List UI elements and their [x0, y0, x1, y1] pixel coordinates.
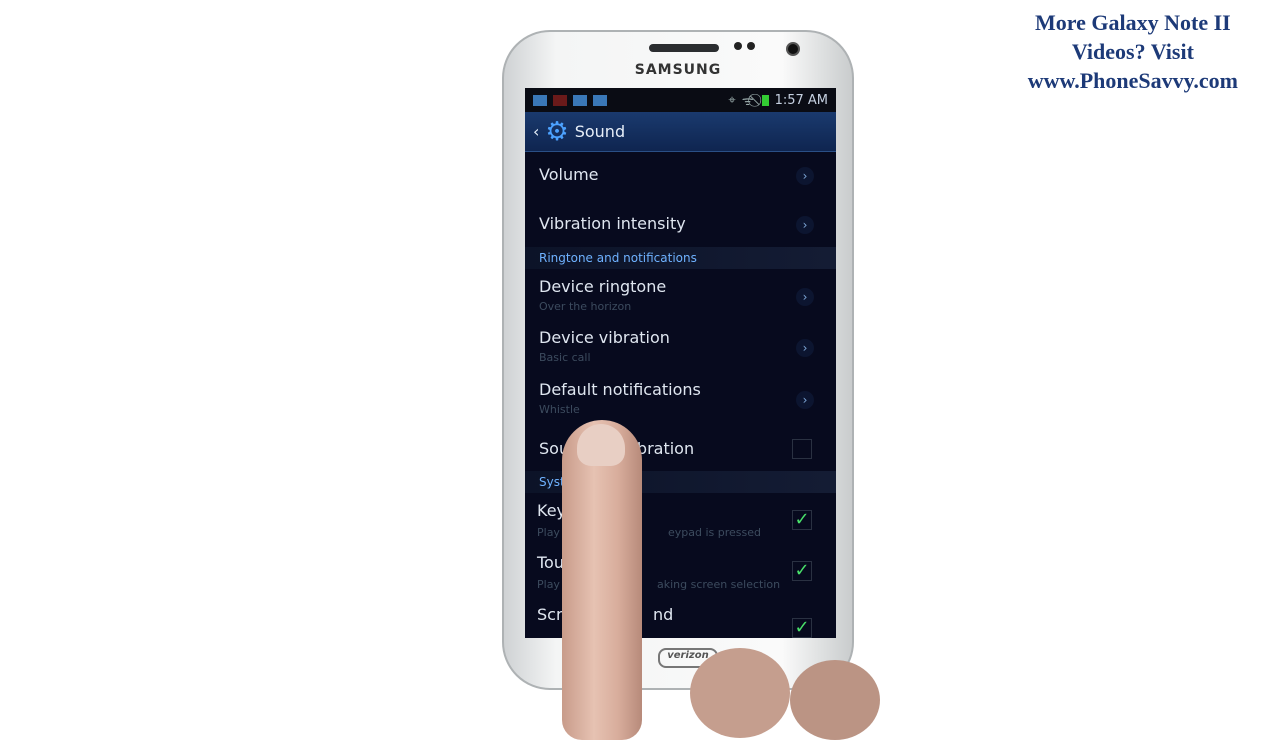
gps-icon: ⌖ [728, 92, 736, 108]
item-subtitle: Play [537, 578, 560, 591]
gmail-icon [533, 94, 547, 106]
watermark: More Galaxy Note II Videos? Visit www.Ph… [1028, 8, 1238, 95]
item-title: Default notifications [539, 380, 701, 399]
action-bar[interactable]: ‹ ⚙ Sound [525, 112, 836, 152]
item-subtitle: aking screen selection [657, 578, 781, 591]
watermark-line: Videos? Visit [1071, 39, 1194, 64]
status-bar: ⌖ ᯤ ⃠ 1:57 AM [525, 88, 836, 112]
speaker-grille [649, 44, 719, 52]
video-icon [593, 94, 607, 106]
fingernail [577, 424, 625, 466]
brand-logo: SAMSUNG [634, 62, 722, 78]
list-item-default-notifications[interactable]: Default notifications Whistle › [525, 374, 836, 424]
sensor [747, 42, 755, 50]
list-item-device-vibration[interactable]: Device vibration Basic call › [525, 323, 836, 373]
chevron-right-icon: › [796, 339, 814, 357]
gear-icon: ⚙ [545, 116, 569, 147]
front-camera [786, 42, 800, 56]
sensor [734, 42, 742, 50]
carrier-logo: verizon [667, 650, 709, 661]
chevron-right-icon: › [796, 216, 814, 234]
item-subtitle: Whistle [539, 403, 580, 416]
checkbox-checked[interactable]: ✓ [792, 561, 812, 581]
watermark-line: More Galaxy Note II [1035, 10, 1231, 35]
finger [562, 420, 642, 740]
list-item-volume[interactable]: Volume › [525, 152, 836, 200]
item-title: Device ringtone [539, 277, 667, 296]
checkbox[interactable] [792, 439, 812, 459]
item-title: Tou [537, 553, 564, 572]
item-subtitle: Basic call [539, 351, 591, 364]
checkbox-checked[interactable]: ✓ [792, 510, 812, 530]
wifi-icon: ᯤ [741, 94, 754, 109]
checkbox-checked[interactable]: ✓ [792, 618, 812, 638]
chevron-right-icon: › [796, 391, 814, 409]
list-item-vibration-intensity[interactable]: Vibration intensity › [525, 200, 836, 248]
item-title: Vibration intensity [539, 214, 686, 233]
page-title: Sound [574, 122, 626, 141]
item-subtitle: Over the horizon [539, 300, 632, 313]
item-title: Device vibration [539, 328, 670, 347]
battery-icon [761, 94, 769, 106]
section-header: Ringtone and notifications [525, 247, 836, 269]
knuckle [790, 660, 880, 740]
item-title: nd [653, 605, 674, 624]
chevron-right-icon: › [796, 288, 814, 306]
list-item-device-ringtone[interactable]: Device ringtone Over the horizon › [525, 272, 836, 322]
knuckle [690, 648, 790, 738]
missed-call-icon [553, 94, 567, 106]
video-icon [573, 94, 587, 106]
item-subtitle: eypad is pressed [668, 526, 762, 539]
clock: 1:57 AM [774, 92, 828, 108]
back-icon[interactable]: ‹ [533, 122, 539, 141]
chevron-right-icon: › [796, 167, 814, 185]
item-title: Volume [539, 165, 599, 184]
watermark-url: www.PhoneSavvy.com [1027, 68, 1238, 93]
item-title: Scr [537, 605, 563, 624]
item-subtitle: Play [537, 526, 560, 539]
